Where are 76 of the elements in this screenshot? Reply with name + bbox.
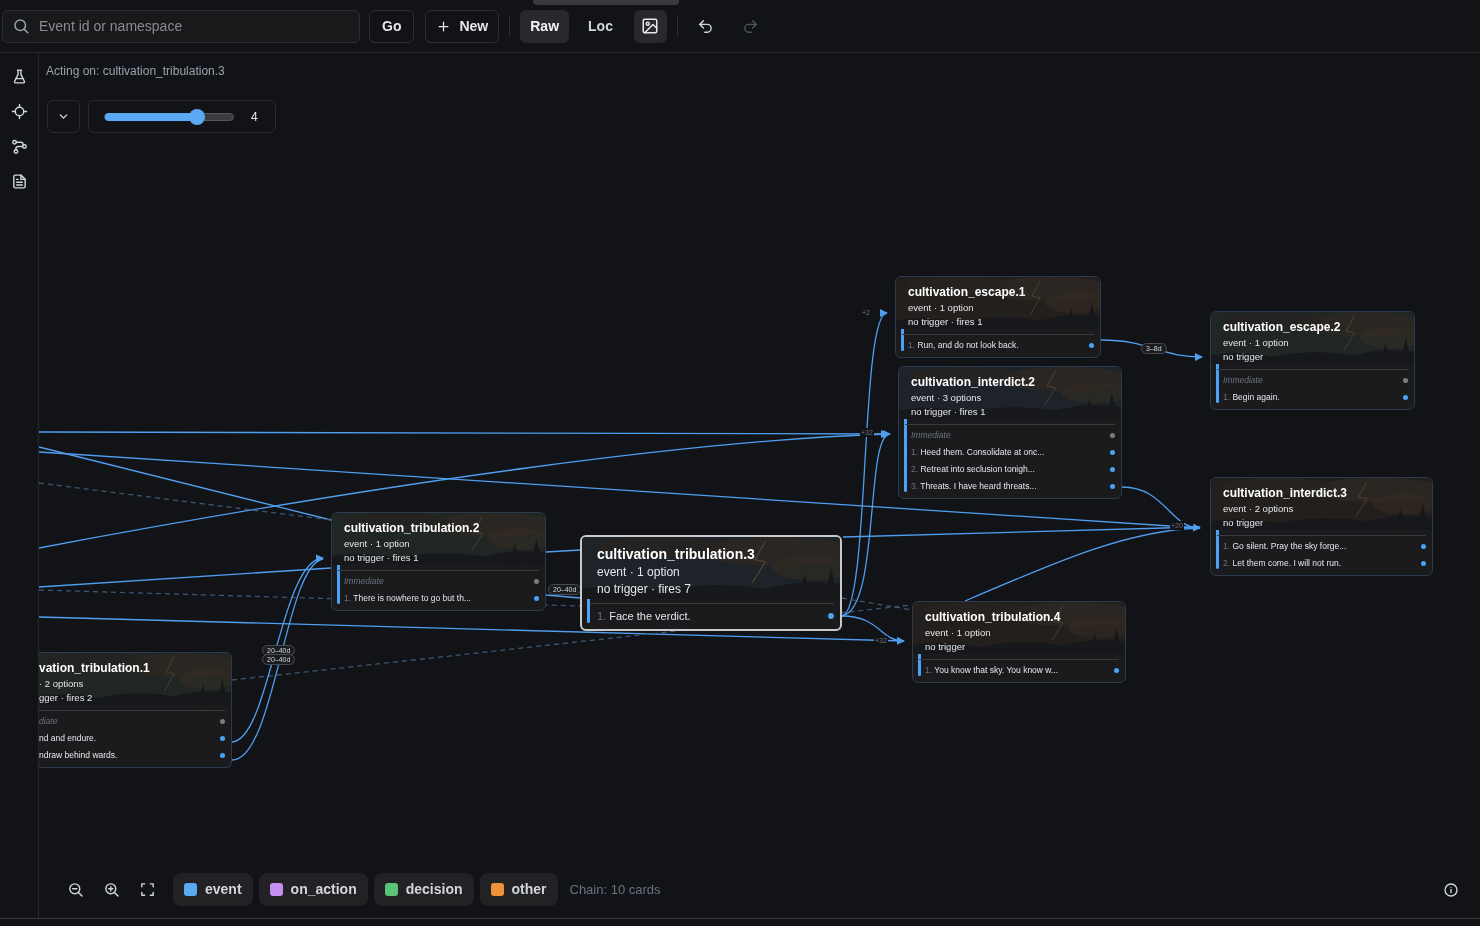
zoom-out-icon xyxy=(66,881,84,898)
node-card[interactable]: cultivation_interdict.3 event · 2 options no trigger 1. Go silent. Pray the sky forge... 2. Let them come. I will not run. xyxy=(1210,477,1433,576)
go-button[interactable]: Go xyxy=(369,9,415,43)
card-meta: event · 1 option xyxy=(1223,336,1290,350)
card-meta: no trigger · fires 1 xyxy=(908,315,984,329)
card-meta: no trigger · fires 1 xyxy=(344,551,420,565)
node-card[interactable]: cultivation_interdict.2 event · 3 options no trigger · fires 1 Immediate 1. Heed them. Consolidate at onc... 2. Retreat into seclusion tonigh... 3. Threats. I have heard threats... xyxy=(898,366,1122,499)
card-title: cultivation_interdict.2 xyxy=(911,374,1037,391)
card-title: vation_tribulation.1 xyxy=(39,660,151,677)
info-button[interactable] xyxy=(1443,882,1459,898)
legend-chip[interactable]: event xyxy=(173,873,253,906)
mode-tab[interactable]: Raw xyxy=(520,9,570,43)
search-icon xyxy=(12,16,30,35)
option-text[interactable]: 1. Begin again. xyxy=(1223,391,1280,404)
acting-on-text: Acting on: cultivation_tribulation.3 xyxy=(46,63,225,80)
redo-icon xyxy=(742,17,760,35)
image-toggle-button[interactable] xyxy=(633,9,667,43)
plus-icon xyxy=(436,18,452,34)
depth-value: 4 xyxy=(251,108,258,126)
card-meta: gger · fires 2 xyxy=(39,691,94,705)
crosshair-icon[interactable] xyxy=(10,103,28,120)
card-meta: event · 2 options xyxy=(1223,502,1295,516)
card-meta: · 2 options xyxy=(39,677,85,691)
zoom-in-icon xyxy=(102,881,120,898)
card-meta: no trigger xyxy=(1223,350,1265,364)
nodes-icon[interactable] xyxy=(10,138,28,155)
legend-chip[interactable]: other xyxy=(479,873,558,906)
option-text[interactable]: 2. Retreat into seclusion tonigh... xyxy=(911,463,1035,476)
card-meta: event · 3 options xyxy=(911,391,983,405)
card-meta: event · 1 option xyxy=(597,564,681,581)
option-text[interactable]: 1. You know that sky. You know w... xyxy=(925,664,1059,677)
card-title: cultivation_tribulation.3 xyxy=(597,545,756,564)
option-text[interactable]: 1. Face the verdict. xyxy=(597,607,691,625)
legend-chip[interactable]: on_action xyxy=(258,873,368,906)
card-meta: event · 1 option xyxy=(925,626,992,640)
section-label: diate xyxy=(39,715,58,728)
node-card[interactable]: cultivation_tribulation.3 event · 1 option no trigger · fires 7 1. Face the verdict. xyxy=(580,535,842,631)
option-text[interactable]: 1. Run, and do not look back. xyxy=(908,339,1019,352)
node-card[interactable]: cultivation_tribulation.2 event · 1 option no trigger · fires 1 Immediate 1. There is nowhere to go but th... xyxy=(331,512,546,611)
card-meta: no trigger xyxy=(925,640,967,654)
undo-icon xyxy=(697,17,715,35)
section-label: Immediate xyxy=(344,575,384,588)
drag-handle[interactable] xyxy=(533,0,679,5)
card-meta: event · 1 option xyxy=(908,301,975,315)
slider-thumb[interactable] xyxy=(189,108,206,125)
option-text[interactable]: 3. Threats. I have heard threats... xyxy=(911,480,1037,493)
search-field[interactable]: Event id or namespace xyxy=(2,9,360,43)
node-card[interactable]: cultivation_tribulation.4 event · 1 option no trigger 1. You know that sky. You know w... xyxy=(912,601,1126,683)
option-text[interactable]: ndraw behind wards. xyxy=(39,749,118,762)
node-card[interactable]: cultivation_escape.1 event · 1 option no trigger · fires 1 1. Run, and do not look back. xyxy=(895,276,1101,358)
card-title: cultivation_escape.1 xyxy=(908,284,1027,301)
card-title: cultivation_escape.2 xyxy=(1223,319,1342,336)
option-text[interactable]: 1. Heed them. Consolidate at onc... xyxy=(911,446,1045,459)
card-title: cultivation_interdict.3 xyxy=(1223,485,1349,502)
image-icon xyxy=(641,17,660,35)
card-meta: event · 1 option xyxy=(344,537,411,551)
option-text[interactable]: 1. There is nowhere to go but th... xyxy=(344,592,471,605)
chain-count: Chain: 10 cards xyxy=(569,880,661,899)
section-label: Immediate xyxy=(1223,374,1263,387)
node-card[interactable]: vation_tribulation.1 · 2 options gger · fires 2 diate nd and endure. ndraw behind wards. xyxy=(39,652,232,768)
option-text[interactable]: 2. Let them come. I will not run. xyxy=(1223,557,1342,570)
new-button[interactable]: New xyxy=(425,9,500,43)
option-text[interactable]: nd and endure. xyxy=(39,732,97,745)
card-meta: no trigger · fires 7 xyxy=(597,581,693,598)
card-title: cultivation_tribulation.2 xyxy=(344,520,481,537)
option-text[interactable]: 1. Go silent. Pray the sky forge... xyxy=(1223,540,1347,553)
info-icon xyxy=(1443,882,1459,898)
fit-view-icon xyxy=(138,881,156,898)
card-meta: no trigger xyxy=(1223,516,1265,530)
mode-tab[interactable]: Loc xyxy=(578,9,623,43)
section-label: Immediate xyxy=(911,429,951,442)
node-card[interactable]: cultivation_escape.2 event · 1 option no trigger Immediate 1. Begin again. xyxy=(1210,311,1415,410)
card-title: cultivation_tribulation.4 xyxy=(925,609,1062,626)
card-meta: no trigger · fires 1 xyxy=(911,405,987,419)
document-icon[interactable] xyxy=(10,173,28,190)
legend-chip[interactable]: decision xyxy=(373,873,474,906)
